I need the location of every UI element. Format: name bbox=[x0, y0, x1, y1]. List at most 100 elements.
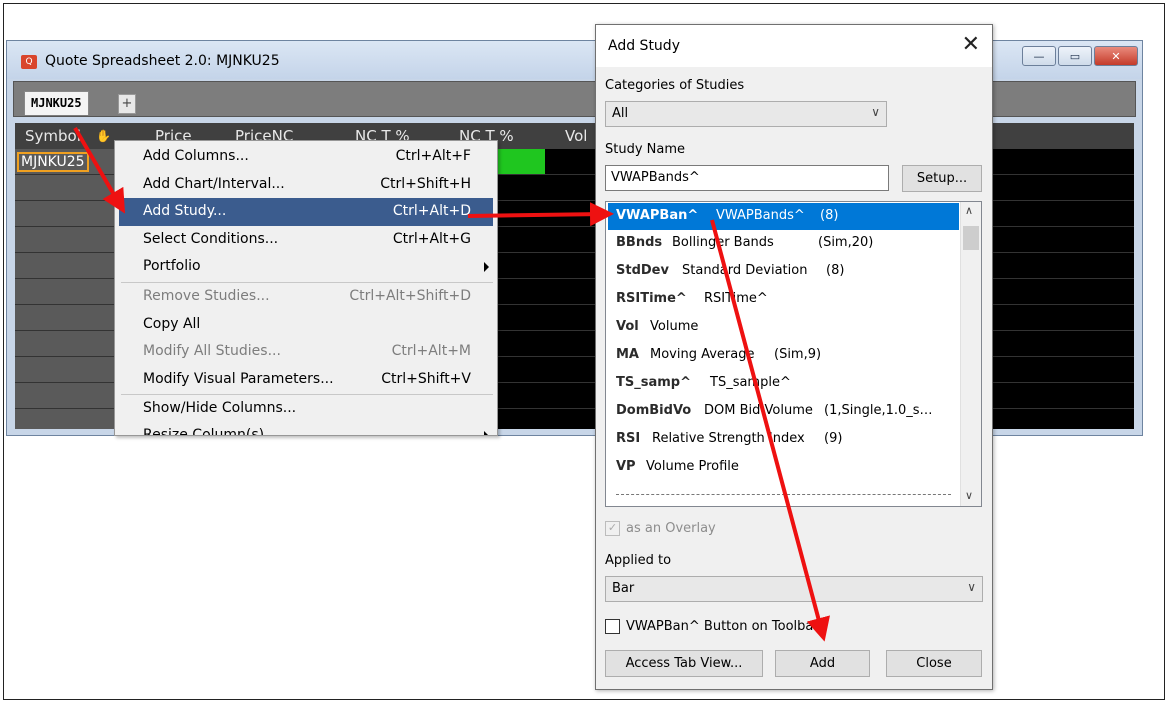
list-item[interactable]: BBnds Bollinger Bands (Sim,20) bbox=[608, 230, 959, 257]
study-name: Volume bbox=[650, 319, 699, 334]
study-name: Standard Deviation bbox=[682, 263, 808, 278]
overlay-checkbox[interactable]: ✓ bbox=[605, 521, 620, 536]
column-header-vol[interactable]: Vol bbox=[565, 127, 587, 145]
hand-cursor-icon: ✋ bbox=[96, 129, 111, 143]
study-params: (8) bbox=[820, 208, 839, 223]
menu-item-label: Resize Column(s) bbox=[143, 427, 265, 436]
menu-item-shortcut: Ctrl+Alt+Shift+D bbox=[349, 288, 471, 304]
menu-item-portfolio[interactable]: Portfolio bbox=[115, 253, 497, 281]
list-item[interactable]: VP Volume Profile bbox=[608, 454, 959, 481]
menu-item-select-conditions[interactable]: Select Conditions... Ctrl+Alt+G bbox=[115, 226, 497, 254]
list-item[interactable]: VWAPBan^ VWAPBands^ (8) bbox=[608, 203, 959, 230]
categories-label: Categories of Studies bbox=[605, 78, 745, 93]
column-header-symbol[interactable]: Symbol bbox=[25, 127, 81, 145]
applied-to-select[interactable]: Bar ∨ bbox=[605, 576, 983, 602]
add-button[interactable]: Add bbox=[775, 650, 870, 677]
symbol-cell[interactable] bbox=[15, 357, 117, 382]
menu-item-shortcut: Ctrl+Alt+G bbox=[392, 231, 471, 247]
submenu-arrow-icon bbox=[484, 262, 489, 272]
symbol-cell[interactable]: MJNKU25 bbox=[15, 149, 117, 174]
symbol-cell[interactable] bbox=[15, 279, 117, 304]
categories-select[interactable]: All ∨ bbox=[605, 101, 887, 127]
symbol-cell[interactable] bbox=[15, 253, 117, 278]
study-name: VWAPBands^ bbox=[716, 208, 805, 223]
menu-item-add-study[interactable]: Add Study... Ctrl+Alt+D bbox=[119, 198, 493, 226]
study-params: (Sim,20) bbox=[818, 235, 874, 250]
tab-mjnku25[interactable]: MJNKU25 bbox=[24, 91, 89, 115]
list-item[interactable]: MA Moving Average (Sim,9) bbox=[608, 342, 959, 369]
menu-item-modify-visual-parameters[interactable]: Modify Visual Parameters... Ctrl+Shift+V bbox=[115, 366, 497, 394]
minimize-button[interactable]: — bbox=[1022, 46, 1056, 66]
list-item[interactable]: Vol Volume bbox=[608, 314, 959, 341]
setup-button[interactable]: Setup... bbox=[902, 165, 982, 192]
menu-item-shortcut: Ctrl+Alt+F bbox=[395, 148, 471, 164]
symbol-cell[interactable] bbox=[15, 175, 117, 200]
list-item[interactable]: StdDev Standard Deviation (8) bbox=[608, 258, 959, 285]
symbol-cell[interactable] bbox=[15, 383, 117, 408]
list-item[interactable]: RSI Relative Strength Index (9) bbox=[608, 426, 959, 453]
toolbar-button-label: VWAPBan^ Button on Toolbar bbox=[626, 619, 819, 634]
study-name: RSITime^ bbox=[704, 291, 768, 306]
study-params: (8) bbox=[826, 263, 845, 278]
study-name: Moving Average bbox=[650, 347, 755, 362]
add-study-dialog: Add Study ✕ Categories of Studies All ∨ … bbox=[595, 24, 993, 690]
study-params: (1,Single,1.0_s… bbox=[824, 403, 933, 418]
symbol-value: MJNKU25 bbox=[17, 152, 89, 172]
scroll-up-icon[interactable]: ∧ bbox=[965, 204, 973, 217]
applied-to-label: Applied to bbox=[605, 553, 672, 568]
study-name-input[interactable]: VWAPBands^ bbox=[605, 165, 889, 191]
menu-item-label: Portfolio bbox=[143, 258, 201, 274]
window-title: Quote Spreadsheet 2.0: MJNKU25 bbox=[45, 53, 280, 69]
app-icon: Q bbox=[21, 55, 37, 69]
maximize-button[interactable]: ▭ bbox=[1058, 46, 1092, 66]
close-button[interactable]: Close bbox=[886, 650, 982, 677]
study-name-label: Study Name bbox=[605, 142, 686, 157]
categories-value: All bbox=[612, 106, 629, 121]
study-params: (9) bbox=[824, 431, 843, 446]
menu-item-resize-columns[interactable]: Resize Column(s) bbox=[115, 422, 497, 436]
toolbar-button-checkbox[interactable] bbox=[605, 619, 620, 634]
symbol-cell[interactable] bbox=[15, 409, 117, 429]
chevron-down-icon: ∨ bbox=[871, 105, 880, 119]
study-abbr: Vol bbox=[616, 319, 639, 334]
context-menu: Add Columns... Ctrl+Alt+F Add Chart/Inte… bbox=[114, 140, 498, 436]
window-controls: — ▭ ✕ bbox=[1022, 46, 1138, 66]
study-abbr: VWAPBan^ bbox=[616, 208, 699, 223]
studies-scrollbar[interactable]: ∧ ∨ bbox=[960, 202, 981, 506]
menu-item-label: Copy All bbox=[143, 316, 201, 332]
study-name: TS_sample^ bbox=[710, 375, 791, 390]
studies-list[interactable]: VWAPBan^ VWAPBands^ (8) BBnds Bollinger … bbox=[605, 201, 982, 507]
study-abbr: StdDev bbox=[616, 263, 669, 278]
scrollbar-thumb[interactable] bbox=[963, 226, 979, 250]
close-icon[interactable]: ✕ bbox=[962, 33, 980, 57]
menu-item-label: Add Study... bbox=[143, 203, 227, 219]
add-tab-button[interactable]: + bbox=[118, 94, 136, 114]
applied-to-value: Bar bbox=[612, 581, 635, 596]
menu-item-copy-all[interactable]: Copy All bbox=[115, 311, 497, 339]
menu-item-remove-studies[interactable]: Remove Studies... Ctrl+Alt+Shift+D bbox=[115, 283, 497, 311]
list-item[interactable]: DomBidVo DOM Bid Volume (1,Single,1.0_s… bbox=[608, 398, 959, 425]
study-params: (Sim,9) bbox=[774, 347, 822, 362]
scroll-down-icon[interactable]: ∨ bbox=[965, 489, 973, 502]
menu-item-show-hide-columns[interactable]: Show/Hide Columns... bbox=[115, 395, 497, 423]
list-item[interactable]: RSITime^ RSITime^ bbox=[608, 286, 959, 313]
study-name: Relative Strength Index bbox=[652, 431, 805, 446]
study-abbr: DomBidVo bbox=[616, 403, 692, 418]
study-name: Volume Profile bbox=[646, 459, 739, 474]
symbol-cell[interactable] bbox=[15, 227, 117, 252]
close-window-button[interactable]: ✕ bbox=[1094, 46, 1138, 66]
symbol-cell[interactable] bbox=[15, 331, 117, 356]
menu-item-modify-all-studies[interactable]: Modify All Studies... Ctrl+Alt+M bbox=[115, 338, 497, 366]
access-tab-view-button[interactable]: Access Tab View... bbox=[605, 650, 763, 677]
symbol-cell[interactable] bbox=[15, 305, 117, 330]
dialog-title: Add Study bbox=[608, 38, 680, 54]
menu-item-add-chart-interval[interactable]: Add Chart/Interval... Ctrl+Shift+H bbox=[115, 171, 497, 199]
menu-item-label: Add Columns... bbox=[143, 148, 249, 164]
symbol-cell[interactable] bbox=[15, 201, 117, 226]
dialog-title-bar[interactable]: Add Study ✕ bbox=[596, 25, 992, 67]
list-item[interactable]: TS_samp^ TS_sample^ bbox=[608, 370, 959, 397]
study-abbr: VP bbox=[616, 459, 636, 474]
menu-item-add-columns[interactable]: Add Columns... Ctrl+Alt+F bbox=[115, 143, 497, 171]
submenu-arrow-icon bbox=[484, 431, 489, 435]
study-abbr: BBnds bbox=[616, 235, 663, 250]
